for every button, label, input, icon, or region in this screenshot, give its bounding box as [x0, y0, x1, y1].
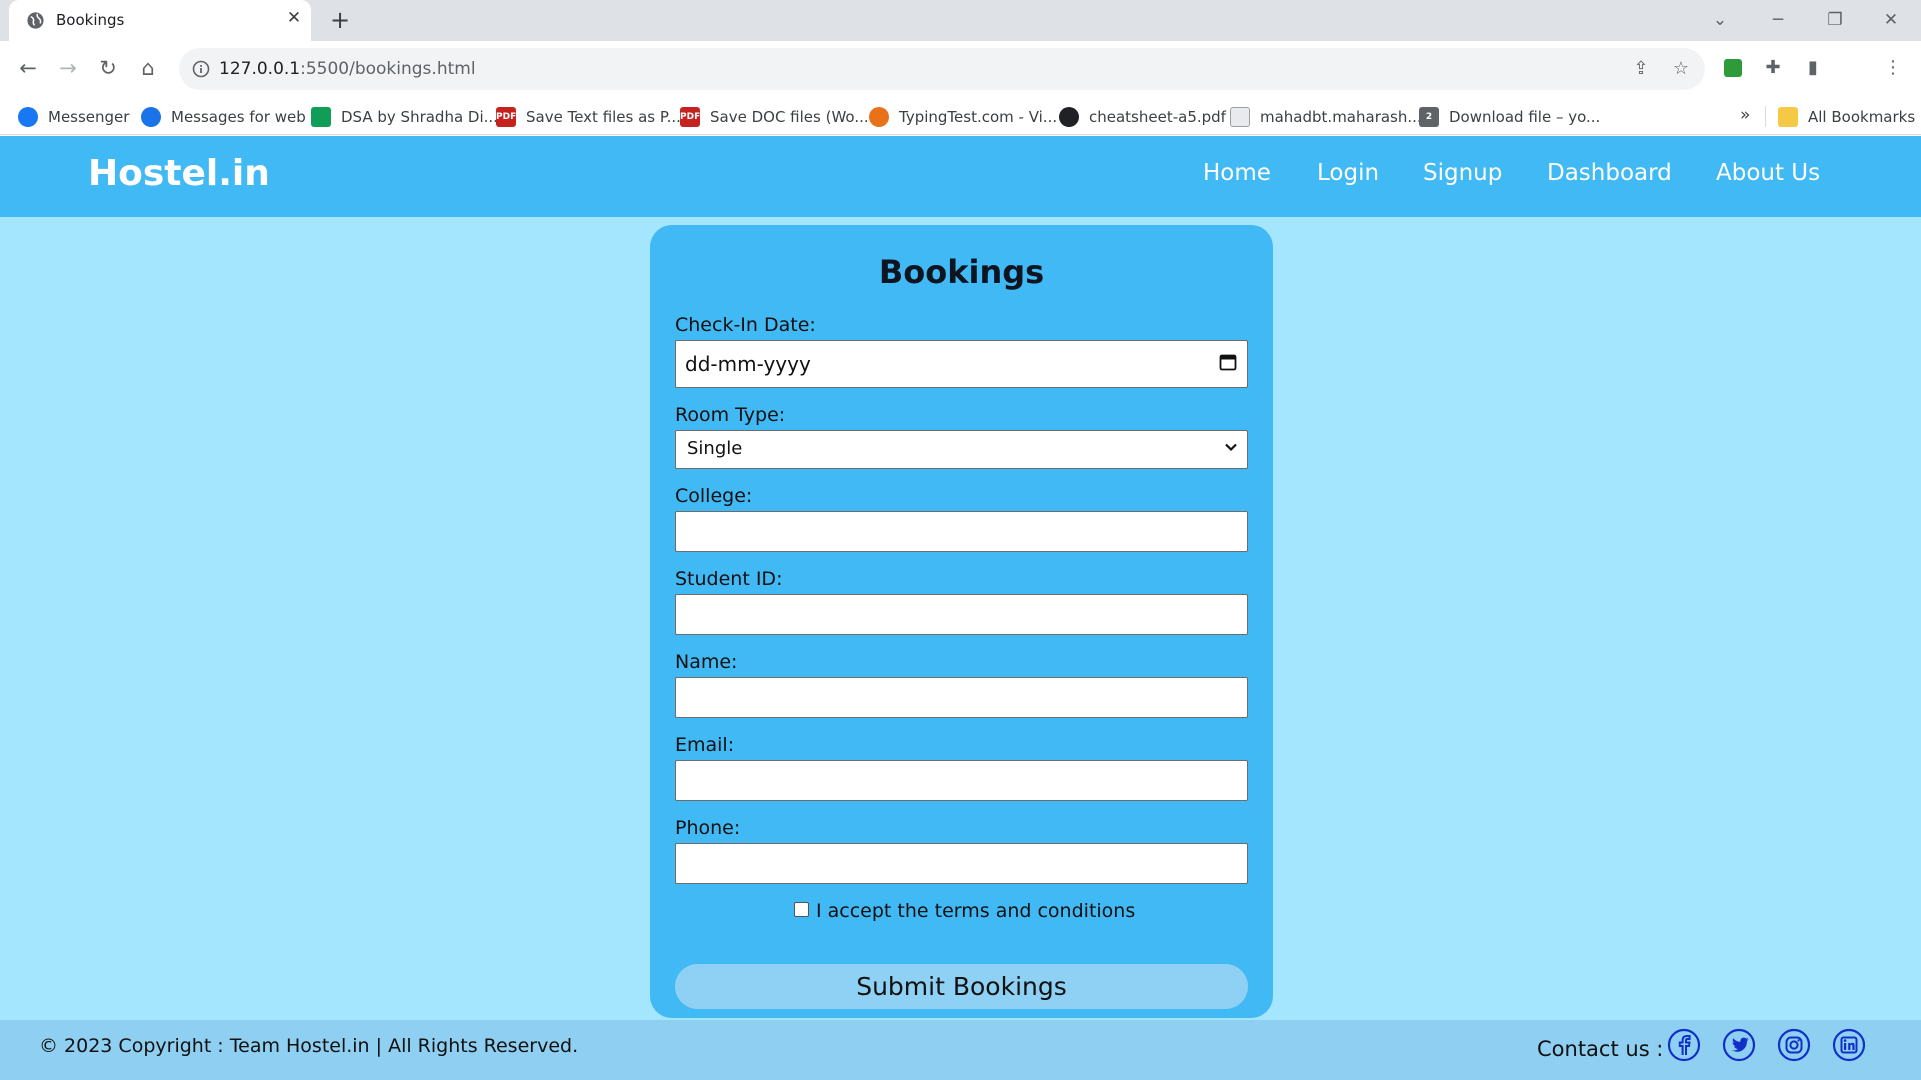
bookmarks-overflow-icon[interactable]: »: [1740, 105, 1750, 125]
tab-search-icon[interactable]: ⌄: [1697, 4, 1743, 36]
terms-label[interactable]: I accept the terms and conditions: [816, 900, 1135, 922]
terms-row: I accept the terms and conditions: [794, 900, 1135, 922]
bookmark-label: Download file – yo...: [1449, 108, 1601, 126]
tab-title: Bookings: [56, 11, 125, 29]
url-text: 127.0.0.1:5500/bookings.html: [219, 59, 476, 79]
copyright-text: © 2023 Copyright : Team Hostel.in | All …: [39, 1035, 579, 1057]
booking-form: Bookings Check-In Date: dd-mm-yyyy Room …: [650, 225, 1273, 1018]
bookmark-item[interactable]: PDF Save Text files as P...: [496, 105, 681, 129]
restore-icon[interactable]: ❐: [1812, 4, 1858, 36]
chevron-down-icon: [1225, 443, 1237, 452]
browser-tab-strip: Bookings ✕ + ⌄ ─ ❐ ✕: [0, 0, 1921, 41]
bookmark-label: Save DOC files (Wo...: [710, 108, 869, 126]
nav-login[interactable]: Login: [1317, 160, 1379, 186]
bookmark-label: Messages for web: [171, 108, 306, 126]
browser-tab[interactable]: Bookings ✕: [9, 0, 311, 41]
messenger-icon: [18, 107, 38, 127]
facebook-icon[interactable]: [1667, 1028, 1701, 1062]
college-label: College:: [675, 485, 753, 507]
bookmark-item[interactable]: PDF Save DOC files (Wo...: [680, 105, 869, 129]
nav-about-us[interactable]: About Us: [1716, 160, 1820, 186]
all-bookmarks-label: All Bookmarks: [1808, 108, 1916, 126]
bookmark-label: mahadbt.maharash...: [1260, 108, 1422, 126]
pdf-icon: PDF: [680, 107, 700, 127]
name-label: Name:: [675, 651, 738, 673]
form-title: Bookings: [878, 253, 1045, 291]
bookmark-label: TypingTest.com - Vi...: [899, 108, 1058, 126]
email-input[interactable]: [675, 760, 1248, 801]
student-id-label: Student ID:: [675, 568, 783, 590]
bookmark-item[interactable]: TypingTest.com - Vi...: [869, 105, 1057, 129]
sheets-icon: [311, 107, 331, 127]
student-id-input[interactable]: [675, 594, 1248, 635]
messages-icon: [141, 107, 161, 127]
bookmark-item[interactable]: Messenger: [18, 105, 129, 129]
calendar-icon[interactable]: [1219, 353, 1237, 371]
url-host: 127.0.0.1: [219, 59, 301, 79]
checkin-date-input[interactable]: dd-mm-yyyy: [675, 340, 1248, 388]
nav-dashboard[interactable]: Dashboard: [1547, 160, 1672, 186]
bookmark-item[interactable]: cheatsheet-a5.pdf: [1059, 105, 1226, 129]
checkin-label: Check-In Date:: [675, 314, 816, 336]
instagram-icon[interactable]: [1777, 1028, 1811, 1062]
contact-us-label: Contact us :: [1537, 1037, 1664, 1061]
twitter-icon[interactable]: [1722, 1028, 1756, 1062]
browser-toolbar: ← → ↻ ⌂ 127.0.0.1:5500/bookings.html ⇪ ☆…: [0, 41, 1921, 98]
bookmarks-bar: Messenger Messages for web DSA by Shradh…: [0, 98, 1921, 135]
side-panel-icon[interactable]: ▮: [1797, 52, 1829, 84]
extension-green-icon[interactable]: [1717, 52, 1749, 84]
forward-icon[interactable]: →: [52, 52, 84, 84]
name-input[interactable]: [675, 677, 1248, 718]
address-bar[interactable]: 127.0.0.1:5500/bookings.html ⇪ ☆: [179, 48, 1705, 90]
document-icon: [1230, 107, 1250, 127]
college-input[interactable]: [675, 511, 1248, 552]
minimize-icon[interactable]: ─: [1755, 4, 1801, 36]
bookmark-label: DSA by Shradha Di...: [341, 108, 498, 126]
bookmark-label: Save Text files as P...: [526, 108, 681, 126]
bookmark-item[interactable]: 2 Download file – yo...: [1419, 105, 1600, 129]
nav-home[interactable]: Home: [1203, 160, 1271, 186]
reload-icon[interactable]: ↻: [92, 52, 124, 84]
bookmark-label: cheatsheet-a5.pdf: [1089, 108, 1226, 126]
folder-icon: [1778, 107, 1798, 127]
linkedin-icon[interactable]: [1832, 1028, 1866, 1062]
bookmarks-divider: [1765, 106, 1766, 127]
site-navbar: Hostel.in Home Login Signup Dashboard Ab…: [0, 136, 1921, 217]
extensions-puzzle-icon[interactable]: ✚: [1757, 52, 1789, 84]
email-label: Email:: [675, 734, 735, 756]
share-icon[interactable]: ⇪: [1629, 57, 1653, 81]
bookmark-item[interactable]: mahadbt.maharash...: [1230, 105, 1422, 129]
typingtest-icon: [869, 107, 889, 127]
bookmark-label: Messenger: [48, 108, 130, 126]
download-icon: 2: [1419, 107, 1439, 127]
close-window-icon[interactable]: ✕: [1868, 4, 1914, 36]
submit-bookings-button[interactable]: Submit Bookings: [675, 964, 1248, 1009]
room-type-value: Single: [687, 438, 743, 459]
home-icon[interactable]: ⌂: [132, 52, 164, 84]
globe-icon: [27, 12, 44, 29]
phone-input[interactable]: [675, 843, 1248, 884]
terms-checkbox[interactable]: [794, 901, 809, 917]
bookmark-item[interactable]: DSA by Shradha Di...: [311, 105, 498, 129]
checkin-placeholder: dd-mm-yyyy: [685, 352, 811, 376]
bookmark-item[interactable]: Messages for web: [141, 105, 306, 129]
site-footer: © 2023 Copyright : Team Hostel.in | All …: [0, 1020, 1921, 1080]
site-logo[interactable]: Hostel.in: [88, 153, 270, 194]
room-type-select[interactable]: Single: [675, 430, 1248, 469]
nav-signup[interactable]: Signup: [1423, 160, 1502, 186]
new-tab-button[interactable]: +: [326, 6, 354, 34]
phone-label: Phone:: [675, 817, 741, 839]
pdf-icon: PDF: [496, 107, 516, 127]
menu-kebab-icon[interactable]: ⋮: [1877, 52, 1909, 84]
all-bookmarks-item[interactable]: All Bookmarks: [1778, 105, 1915, 129]
bookmark-star-icon[interactable]: ☆: [1669, 57, 1693, 81]
room-type-label: Room Type:: [675, 404, 786, 426]
page-viewport: Hostel.in Home Login Signup Dashboard Ab…: [0, 136, 1921, 1080]
close-tab-icon[interactable]: ✕: [283, 7, 305, 29]
cheatsheet-icon: [1059, 107, 1079, 127]
back-icon[interactable]: ←: [12, 52, 44, 84]
site-info-icon[interactable]: [191, 59, 211, 79]
url-path: :5500/bookings.html: [300, 59, 476, 79]
